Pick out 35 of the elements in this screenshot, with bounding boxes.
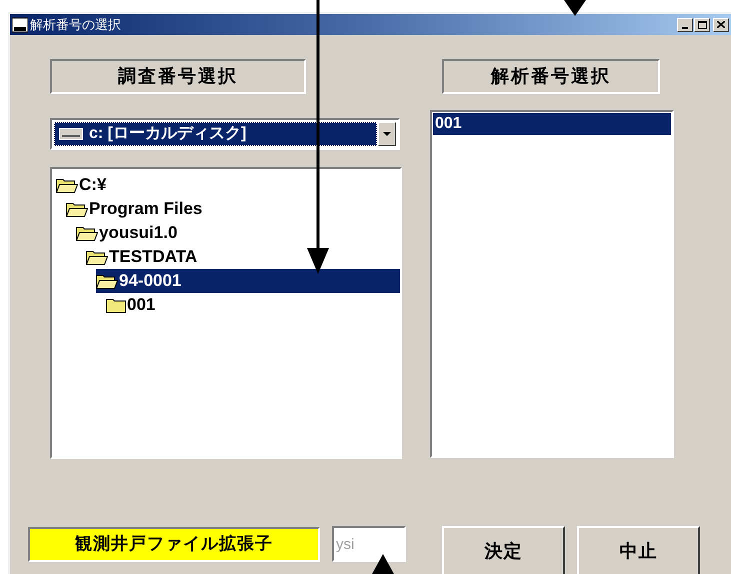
dropdown-button[interactable] [378, 122, 396, 146]
tree-item[interactable]: C:¥ [56, 172, 106, 198]
tree-item[interactable]: Program Files [66, 196, 202, 222]
app-icon [12, 16, 28, 32]
maximize-icon [698, 20, 706, 28]
drive-combo[interactable]: c: [ローカルディスク] [50, 118, 400, 150]
close-button[interactable] [713, 18, 729, 32]
tree-item[interactable]: 001 [106, 292, 156, 318]
list-item[interactable]: 001 [433, 113, 671, 135]
tree-item[interactable]: yousui1.0 [76, 220, 178, 246]
window-title: 解析番号の選択 [30, 16, 122, 34]
annotation-arrow [564, 0, 586, 16]
section-header: 調査番号選択 [50, 59, 306, 94]
maximize-button[interactable] [694, 18, 710, 32]
tree-item[interactable]: 94-0001 [96, 269, 400, 293]
open-folder-icon [56, 177, 78, 193]
open-folder-icon [86, 249, 108, 265]
caret-icon [383, 132, 391, 136]
dialog-button[interactable]: 中止 [577, 526, 700, 574]
tree-item[interactable]: TESTDATA [86, 244, 198, 270]
section-header: 解析番号選択 [442, 59, 660, 94]
dialog-button[interactable]: 決定 [442, 526, 565, 574]
minimize-icon [682, 26, 688, 28]
close-icon [717, 21, 725, 28]
drive-icon [59, 128, 83, 140]
folder-tree[interactable]: C:¥ Program Files yousui1.0 TESTDATA 94-0001 001 [50, 167, 402, 459]
open-folder-icon [66, 201, 88, 217]
analysis-list[interactable]: 001 [430, 110, 674, 458]
minimize-button[interactable] [677, 18, 693, 32]
folder-icon [106, 297, 126, 313]
open-folder-icon [96, 273, 118, 289]
extension-label: 観測井戸ファイル拡張子 [28, 526, 320, 562]
open-folder-icon [76, 225, 98, 241]
drive-label: c: [ローカルディスク] [89, 124, 246, 144]
annotation-arrow [372, 554, 394, 574]
